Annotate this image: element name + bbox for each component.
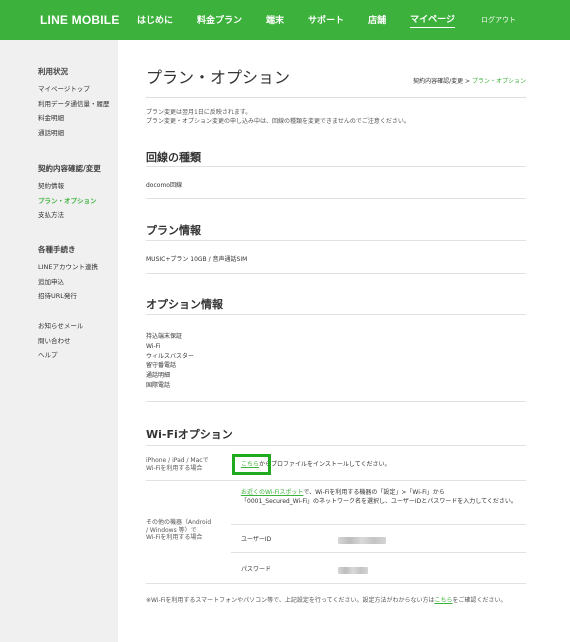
wifi-row-other-text: お近くのWi-Fiスポットで、Wi-Fiを利用する機器の「設定」>「Wi-Fi」… [241,488,517,506]
nav-support[interactable]: サポート [308,13,344,28]
sidebar-item-call-history[interactable]: 通話明細 [38,126,110,141]
section-title-wifi: Wi-Fiオプション [146,428,233,441]
sidebar-item-invite-url[interactable]: 招待URL発行 [38,289,98,304]
option-item: 持込端末保証 [146,333,183,340]
divider [146,480,526,481]
divider [146,166,526,167]
sidebar-item-line-link[interactable]: LINEアカウント連携 [38,260,98,275]
breadcrumb-current: プラン・オプション [471,78,526,85]
divider [146,240,526,241]
divider [146,401,526,402]
logo[interactable]: LINE MOBILE [40,13,120,27]
breadcrumb-separator: > [465,78,471,85]
page-title: プラン・オプション [146,68,291,87]
wifi-instruction-line: で、Wi-Fiを利用する機器の「設定」>「Wi-Fi」から [303,489,445,496]
nav-pricing[interactable]: 料金プラン [197,13,242,28]
breadcrumb: 契約内容確認/変更 > プラン・オプション [413,76,526,85]
label-line: その他の機器（Android [146,519,212,526]
sidebar-item-contact[interactable]: 問い合わせ [38,334,83,349]
options-list: 持込端末保証 Wi-Fi ウィルスバスター 留守番電話 通話明細 国際電話 [146,332,194,391]
password-value-blurred [338,567,368,574]
option-item: 国際電話 [146,381,171,389]
section-title-line-type: 回線の種類 [146,151,201,164]
sidebar-item-billing[interactable]: 料金明細 [38,111,110,126]
plan-value: MUSIC+プラン 10GB / 音声通話SIM [146,256,248,263]
sidebar: 利用状況 マイページトップ 利用データ通信量・履歴 料金明細 通話明細 契約内容… [0,40,118,642]
global-nav: はじめに 料金プラン 端末 サポート 店舗 マイページ [137,0,479,40]
sidebar-item-notification-mail[interactable]: お知らせメール [38,319,83,334]
label-line: / Windows 等）で [146,526,197,534]
sidebar-item-mypage-top[interactable]: マイページトップ [38,82,110,97]
option-item: 通話明細 [146,372,171,380]
option-item: ウィルスバスター [146,352,195,360]
nav-stores[interactable]: 店舗 [368,13,386,28]
footnote-text: をご確認ください。 [452,597,507,604]
wifi-instruction-line: 「0001_Secured_Wi-Fi」のネットワーク名を選択し、ユーザーIDと… [241,498,517,505]
notice-line: プラン変更・オプション変更の申し込み中は、回線の種類を変更できませんのでご注意く… [146,117,410,125]
wifi-spot-link[interactable]: お近くのWi-Fiスポット [241,489,303,496]
breadcrumb-parent[interactable]: 契約内容確認/変更 [413,78,463,85]
logout-link[interactable]: ログアウト [481,15,516,25]
sidebar-group-usage: 利用状況 マイページトップ 利用データ通信量・履歴 料金明細 通話明細 [38,66,110,140]
sidebar-heading: 利用状況 [38,67,68,76]
notice-line: プラン変更は翌月1日に反映されます。 [146,109,252,116]
sidebar-group-misc: お知らせメール 問い合わせ ヘルプ [38,319,83,363]
divider [146,314,526,315]
option-item: 留守番電話 [146,362,177,370]
nav-getting-started[interactable]: はじめに [137,13,173,28]
divider [231,524,526,525]
sidebar-item-add-application[interactable]: 追加申込 [38,275,98,290]
global-header: LINE MOBILE はじめに 料金プラン 端末 サポート 店舗 マイページ … [0,0,570,40]
divider [146,97,526,98]
profile-install-text: からプロファイルをインストールしてください。 [259,461,391,468]
sidebar-item-plan-options[interactable]: プラン・オプション [38,194,101,209]
divider [146,583,526,584]
label-line: Wi-Fiを利用する場合 [146,464,203,472]
label-line: Wi-Fiを利用する場合 [146,534,203,541]
sidebar-heading: 契約内容確認/変更 [38,164,101,173]
setup-help-link[interactable]: こちら [434,597,452,604]
sidebar-group-procedures: 各種手続き LINEアカウント連携 追加申込 招待URL発行 [38,244,98,304]
sidebar-heading: 各種手続き [38,245,76,254]
sidebar-item-help[interactable]: ヘルプ [38,348,83,363]
wifi-row-label-apple: iPhone / iPad / Macで Wi-Fiを利用する場合 [146,457,209,472]
divider [146,273,526,274]
nav-devices[interactable]: 端末 [266,13,284,28]
option-item: Wi-Fi [146,342,161,350]
user-id-label: ユーザーID [241,536,272,543]
divider [146,198,526,199]
divider [231,552,526,553]
label-line: iPhone / iPad / Macで [146,457,209,464]
sidebar-group-contract: 契約内容確認/変更 契約情報 プラン・オプション 支払方法 [38,163,101,223]
wifi-row-label-other: その他の機器（Android / Windows 等）で Wi-Fiを利用する場… [146,519,211,542]
sidebar-item-payment[interactable]: 支払方法 [38,208,101,223]
password-label: パスワード [241,566,272,573]
wifi-footnote: ※Wi-Fiを利用するスマートフォンやパソコン等で、上記設定を行ってください。設… [146,597,536,606]
sidebar-item-data-usage[interactable]: 利用データ通信量・履歴 [38,97,110,112]
section-title-options: オプション情報 [146,298,223,311]
user-id-value-blurred [338,537,386,544]
main-panel: プラン・オプション 契約内容確認/変更 > プラン・オプション プラン変更は翌月… [118,40,570,642]
divider [146,445,526,446]
sidebar-item-contract-info[interactable]: 契約情報 [38,179,101,194]
footnote-text: ※Wi-Fiを利用するスマートフォンやパソコン等で、上記設定を行ってください。設… [146,597,435,604]
section-title-plan: プラン情報 [146,224,201,237]
notice-text: プラン変更は翌月1日に反映されます。 プラン変更・オプション変更の申し込み中は、… [146,109,410,126]
highlight-box [232,454,271,475]
nav-mypage[interactable]: マイページ [410,12,455,28]
line-type-value: docomo回線 [146,182,182,189]
